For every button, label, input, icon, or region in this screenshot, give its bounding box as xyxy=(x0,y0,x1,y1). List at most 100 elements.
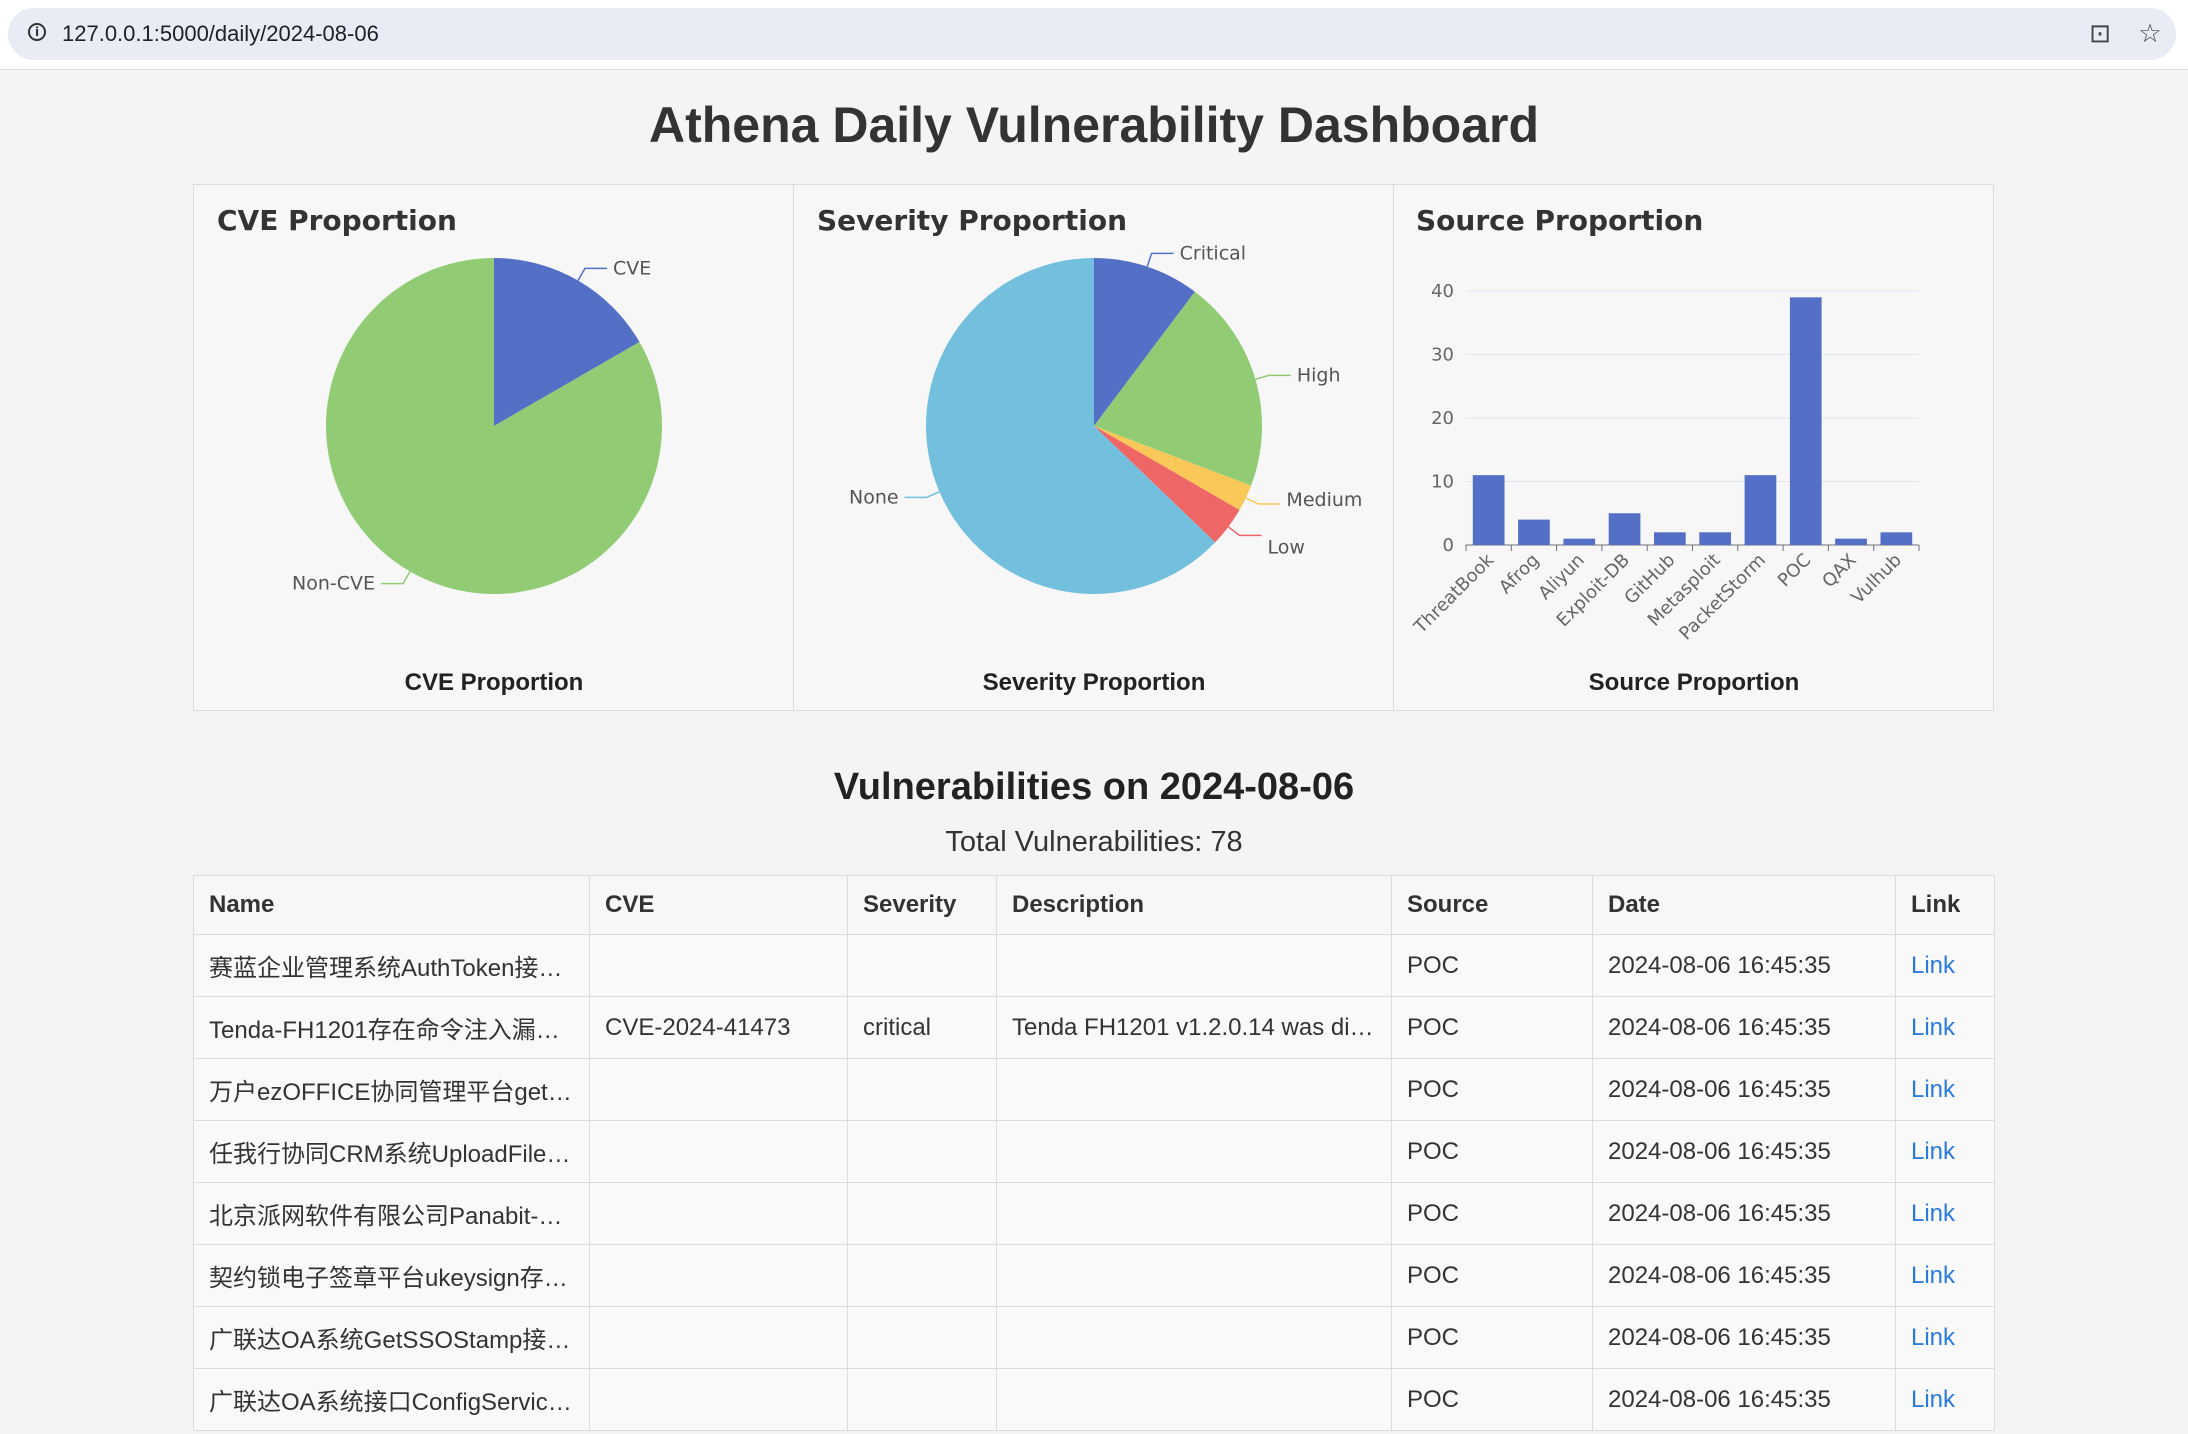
total-count: Total Vulnerabilities: 78 xyxy=(945,826,1243,858)
bar-exploit-db[interactable] xyxy=(1608,513,1641,545)
cell-cve xyxy=(589,1368,848,1431)
header-description: Description xyxy=(996,875,1392,935)
cell-description xyxy=(996,1058,1392,1121)
link-anchor[interactable]: Link xyxy=(1911,1076,1955,1103)
cell-severity xyxy=(847,1244,997,1307)
severity-pie-chart: Severity Proportion Critical High Medium Lo… xyxy=(817,204,1362,696)
bar-poc[interactable] xyxy=(1789,297,1822,545)
star-icon[interactable]: ☆ xyxy=(2134,18,2166,50)
cell-link: Link xyxy=(1895,996,1995,1059)
cell-link: Link xyxy=(1895,1182,1995,1245)
header-cve: CVE xyxy=(589,875,848,935)
cell-cve xyxy=(589,1306,848,1369)
severity-leader-line xyxy=(1245,497,1281,505)
vulnerabilities-table: Name CVE Severity Description Source Dat… xyxy=(193,875,1995,1431)
y-tick-label: 30 xyxy=(1431,345,1454,366)
severity-label: None xyxy=(849,486,899,508)
cell-cve xyxy=(589,934,848,997)
bar-threatbook[interactable] xyxy=(1472,475,1505,545)
x-tick-label: ThreatBook xyxy=(1410,549,1499,638)
y-tick-label: 20 xyxy=(1431,408,1454,429)
severity-leader-line xyxy=(904,491,940,499)
cell-source: POC xyxy=(1391,934,1593,997)
cell-source: POC xyxy=(1391,1120,1593,1183)
section-title: Vulnerabilities on 2024-08-06 xyxy=(833,766,1355,808)
address-bar[interactable]: i 127.0.0.1:5000/daily/2024-08-06 ⊡ ☆ xyxy=(8,8,2176,60)
cell-cve xyxy=(589,1058,848,1121)
x-tick-label: Vulhub xyxy=(1847,550,1906,609)
cell-date: 2024-08-06 16:45:35 xyxy=(1592,1306,1896,1369)
cell-date: 2024-08-06 16:45:35 xyxy=(1592,1182,1896,1245)
info-icon[interactable]: i xyxy=(28,23,46,41)
cell-name: 广联达OA系统接口ConfigService.asmx存在SQL注入漏洞 xyxy=(193,1368,590,1431)
bar-github[interactable] xyxy=(1653,532,1686,545)
table-header-row: Name CVE Severity Description Source Dat… xyxy=(193,875,1995,935)
bar-vulhub[interactable] xyxy=(1880,532,1913,545)
bar-qax[interactable] xyxy=(1835,538,1867,545)
cell-cve xyxy=(589,1244,848,1307)
cell-name: 赛蓝企业管理系统AuthToken接口存在未授权访问漏洞 xyxy=(193,934,590,997)
link-anchor[interactable]: Link xyxy=(1911,1262,1955,1289)
table-row: 万户ezOFFICE协同管理平台getAttachmentList接口SQL注入… xyxy=(193,1058,1995,1121)
page-title: Athena Daily Vulnerability Dashboard xyxy=(648,97,1539,153)
cell-severity xyxy=(847,1368,997,1431)
cell-link: Link xyxy=(1895,1058,1995,1121)
severity-chart-title: Severity Proportion xyxy=(817,204,1127,237)
cell-name: 任我行协同CRM系统UploadFile任意文件上传漏洞 xyxy=(193,1120,590,1183)
table-row: 契约锁电子签章平台ukeysign存在命令执行漏洞 POC2024-08-06 1… xyxy=(193,1244,1995,1307)
severity-leader-line xyxy=(1227,526,1262,537)
header-date: Date xyxy=(1592,875,1896,935)
header-severity: Severity xyxy=(847,875,997,935)
severity-label: High xyxy=(1297,364,1341,386)
charts-container: CVE Proportion CVE Non-CVE CVE Proportion… xyxy=(193,184,1994,711)
cell-link: Link xyxy=(1895,1306,1995,1369)
link-anchor[interactable]: Link xyxy=(1911,1200,1955,1227)
source-chart-subtitle: Source Proportion xyxy=(1589,669,1800,696)
translate-icon[interactable]: ⊡ xyxy=(2084,18,2116,50)
url-text[interactable]: 127.0.0.1:5000/daily/2024-08-06 xyxy=(62,21,379,47)
bar-afrog[interactable] xyxy=(1518,519,1550,545)
link-anchor[interactable]: Link xyxy=(1911,1386,1955,1413)
source-chart-title: Source Proportion xyxy=(1416,204,1703,237)
severity-leader-line xyxy=(1255,374,1291,380)
cell-source: POC xyxy=(1391,996,1593,1059)
table-row: Tenda-FH1201存在命令注入漏洞CVE-2024-41473CVE-20… xyxy=(193,996,1995,1059)
cell-name: 万户ezOFFICE协同管理平台getAttachmentList接口SQL注入 xyxy=(193,1058,590,1121)
link-anchor[interactable]: Link xyxy=(1911,1014,1955,1041)
cell-description xyxy=(996,1368,1392,1431)
cve-leader-line xyxy=(577,267,607,281)
bar-metasploit[interactable] xyxy=(1699,532,1732,545)
cell-severity: critical xyxy=(847,996,997,1059)
severity-chart-panel: Severity Proportion Critical High Medium Lo… xyxy=(794,185,1394,710)
link-anchor[interactable]: Link xyxy=(1911,1138,1955,1165)
cve-chart-subtitle: CVE Proportion xyxy=(405,669,584,696)
cell-name: 契约锁电子签章平台ukeysign存在命令执行漏洞 xyxy=(193,1244,590,1307)
table-row: 北京派网软件有限公司Panabit-Panalog命令执行漏洞 POC2024-0… xyxy=(193,1182,1995,1245)
cell-description xyxy=(996,1182,1392,1245)
bar-aliyun[interactable] xyxy=(1563,538,1596,545)
cell-date: 2024-08-06 16:45:35 xyxy=(1592,1058,1896,1121)
header-link: Link xyxy=(1895,875,1995,935)
header-name: Name xyxy=(193,875,590,935)
severity-label: Critical xyxy=(1180,242,1246,264)
cve-leader-line xyxy=(381,571,411,585)
cell-description: Tenda FH1201 v1.2.0.14 was discovered to… xyxy=(996,996,1392,1059)
cell-link: Link xyxy=(1895,934,1995,997)
cell-source: POC xyxy=(1391,1244,1593,1307)
cell-description xyxy=(996,1120,1392,1183)
table-row: 任我行协同CRM系统UploadFile任意文件上传漏洞 POC2024-08-0… xyxy=(193,1120,1995,1183)
cve-label: CVE xyxy=(613,257,651,279)
header-source: Source xyxy=(1391,875,1593,935)
cell-name: Tenda-FH1201存在命令注入漏洞CVE-2024-41473 xyxy=(193,996,590,1059)
cve-pie-chart: CVE Proportion CVE Non-CVE CVE Proportion xyxy=(217,204,662,696)
cell-description xyxy=(996,1306,1392,1369)
cell-severity xyxy=(847,1182,997,1245)
cell-link: Link xyxy=(1895,1368,1995,1431)
cell-name: 北京派网软件有限公司Panabit-Panalog命令执行漏洞 xyxy=(193,1182,590,1245)
cell-severity xyxy=(847,1058,997,1121)
link-anchor[interactable]: Link xyxy=(1911,952,1955,979)
y-tick-label: 40 xyxy=(1431,281,1454,302)
bar-packetstorm[interactable] xyxy=(1744,475,1777,545)
cell-date: 2024-08-06 16:45:35 xyxy=(1592,1244,1896,1307)
link-anchor[interactable]: Link xyxy=(1911,1324,1955,1351)
